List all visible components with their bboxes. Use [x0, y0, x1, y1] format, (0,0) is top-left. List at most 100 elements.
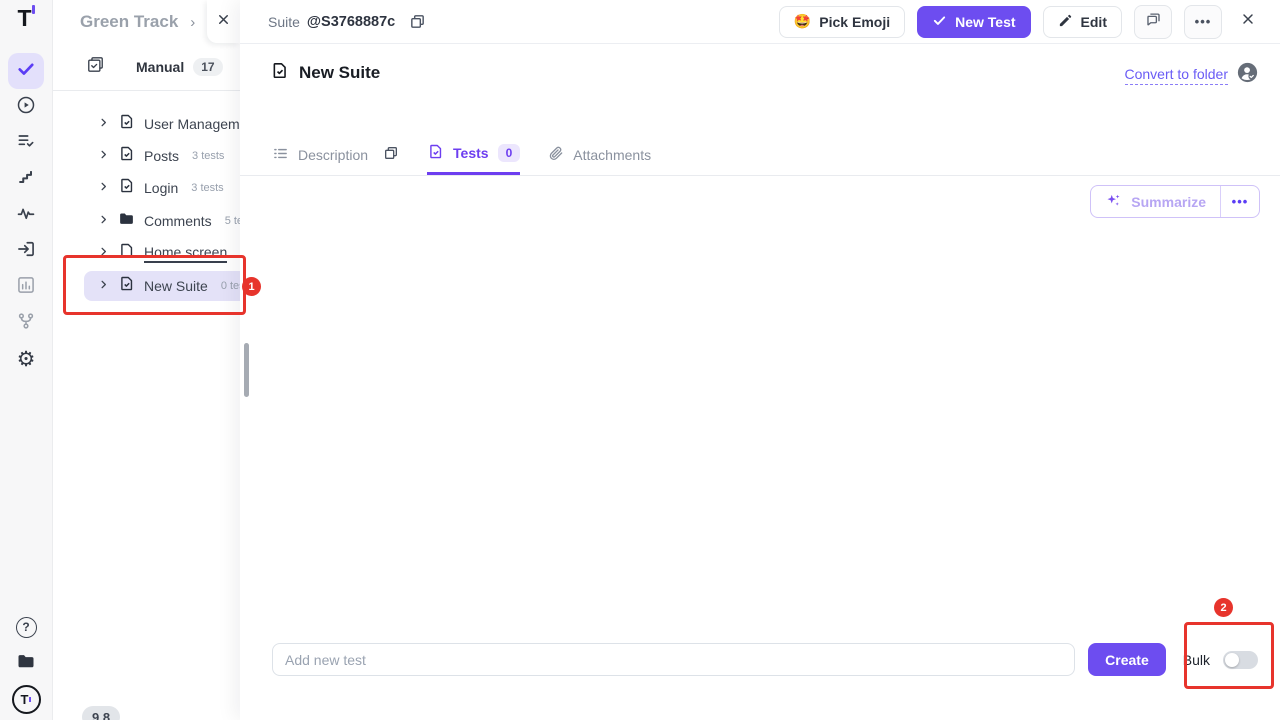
sidebar-item-help[interactable]: ?	[8, 609, 44, 645]
sparkles-icon	[1105, 192, 1122, 212]
suite-type-tabs: Manual 17 Automated	[52, 44, 240, 91]
tab-attachments[interactable]: Attachments	[548, 134, 651, 175]
tree-row-label: Posts	[144, 148, 179, 164]
tree-row-new-suite[interactable]: New Suite 0 tests	[84, 271, 240, 301]
new-test-button[interactable]: New Test	[917, 6, 1030, 38]
sidebar-item-tests[interactable]	[8, 53, 44, 89]
ellipsis-icon: •••	[1195, 14, 1212, 29]
tree-row-count: 3 tests	[192, 150, 224, 162]
file-check-icon	[118, 275, 135, 297]
folder-icon	[16, 651, 36, 676]
tab-description[interactable]: Description	[272, 134, 399, 175]
convert-row: Convert to folder	[1125, 62, 1259, 88]
file-check-icon	[270, 61, 289, 85]
gear-icon: ⚙	[17, 349, 36, 370]
chevron-right-icon[interactable]	[98, 115, 109, 133]
list-check-icon	[16, 131, 36, 156]
emoji-icon: 🤩	[794, 13, 811, 30]
app-window: T ⚙ ?	[0, 0, 1280, 720]
topbar-actions: 🤩 Pick Emoji New Test Edit •••	[779, 5, 1262, 39]
chevron-right-icon[interactable]	[98, 179, 109, 197]
comments-button[interactable]	[1134, 5, 1172, 39]
close-suite-button[interactable]	[1234, 8, 1262, 36]
sidebar-item-reports[interactable]	[8, 269, 44, 305]
copy-check-icon[interactable]	[86, 55, 105, 79]
tree-row-count: 5 tests	[225, 215, 240, 227]
suite-title-row: New Suite	[270, 61, 380, 85]
file-check-icon	[118, 145, 135, 167]
project-tree-panel: Green Track › Manual 17 Automated User M…	[52, 0, 240, 720]
chevron-right-icon[interactable]	[98, 277, 109, 295]
tree-row-login[interactable]: Login 3 tests	[84, 173, 240, 203]
tree-row-label: New Suite	[144, 278, 208, 294]
help-icon: ?	[16, 617, 37, 638]
check-icon	[16, 59, 36, 84]
suite-name: New Suite	[299, 63, 380, 83]
chevron-right-icon[interactable]	[98, 212, 109, 230]
pulse-icon	[16, 203, 36, 228]
summarize-split-button: Summarize •••	[1090, 185, 1260, 218]
file-check-icon	[118, 177, 135, 199]
sidebar-item-steps[interactable]	[8, 161, 44, 197]
breadcrumb-separator: ›	[190, 14, 195, 31]
sign-in-icon	[16, 239, 36, 264]
more-actions-button[interactable]: •••	[1184, 5, 1222, 39]
check-icon	[932, 13, 947, 31]
stairs-icon	[16, 167, 36, 192]
sidebar-item-pulse[interactable]	[8, 197, 44, 233]
convert-to-folder-link[interactable]: Convert to folder	[1125, 66, 1229, 85]
summarize-button[interactable]: Summarize	[1091, 186, 1220, 217]
tree-row-home-screen[interactable]: Home screen 3 tests	[84, 238, 240, 268]
tree-row-posts[interactable]: Posts 3 tests	[84, 141, 240, 171]
project-title[interactable]: Green Track	[80, 12, 178, 32]
file-check-icon	[118, 113, 135, 135]
copy-suite-id-button[interactable]	[409, 13, 426, 30]
tree-row-user-management[interactable]: User Management	[84, 109, 240, 139]
tab-tests-label: Tests	[453, 145, 489, 161]
tab-manual[interactable]: Manual	[136, 59, 184, 75]
annotation-badge-2: 2	[1214, 598, 1233, 617]
sidebar-item-projects[interactable]	[8, 645, 44, 681]
chevron-right-icon[interactable]	[98, 147, 109, 165]
app-logo[interactable]: T	[0, 5, 52, 32]
summarize-label: Summarize	[1131, 194, 1206, 210]
folder-icon	[118, 210, 135, 232]
scrollbar-thumb[interactable]	[244, 343, 249, 397]
copy-description-icon[interactable]	[383, 145, 399, 164]
tab-description-label: Description	[298, 147, 368, 163]
suite-detail-panel: Suite @S3768887c 🤩 Pick Emoji New Test E…	[240, 0, 1280, 720]
annotation-badge-1: 1	[242, 277, 261, 296]
sidebar-item-runs[interactable]	[8, 89, 44, 125]
suite-type-label: Suite	[268, 14, 300, 30]
chevron-right-icon[interactable]	[98, 244, 109, 262]
sidebar-item-plans[interactable]	[8, 125, 44, 161]
sidebar-item-account[interactable]: T	[8, 681, 44, 717]
add-test-input[interactable]	[272, 643, 1075, 676]
tree-row-label: Login	[144, 180, 178, 196]
pick-emoji-button[interactable]: 🤩 Pick Emoji	[779, 6, 905, 38]
edit-button[interactable]: Edit	[1043, 6, 1122, 38]
tree-row-label: User Management	[144, 116, 240, 132]
pick-emoji-label: Pick Emoji	[819, 14, 890, 30]
list-icon	[272, 145, 289, 165]
create-button[interactable]: Create	[1088, 643, 1166, 676]
tab-tests[interactable]: Tests 0	[427, 134, 520, 175]
bulk-toggle[interactable]	[1223, 651, 1258, 669]
close-icon	[1240, 11, 1256, 32]
logo-tick	[32, 5, 35, 14]
toggle-knob	[1225, 653, 1239, 667]
tree-row-comments[interactable]: Comments 5 tests	[84, 206, 240, 236]
sidebar-item-sign-in[interactable]	[8, 233, 44, 269]
file-check-icon	[427, 143, 444, 163]
sidebar-item-branches[interactable]	[8, 305, 44, 341]
summarize-more-button[interactable]: •••	[1221, 186, 1259, 217]
assignee-avatar-icon[interactable]	[1237, 62, 1258, 88]
panel-close-button[interactable]	[207, 0, 240, 43]
logo-circle-tick	[29, 697, 31, 702]
tree-row-count: 3 tests	[191, 182, 223, 194]
tab-attachments-label: Attachments	[573, 147, 651, 163]
new-test-label: New Test	[955, 14, 1015, 30]
sidebar-item-settings[interactable]: ⚙	[8, 341, 44, 377]
suite-topbar: Suite @S3768887c 🤩 Pick Emoji New Test E…	[240, 0, 1280, 44]
logo-circle-letter: T	[21, 692, 29, 707]
